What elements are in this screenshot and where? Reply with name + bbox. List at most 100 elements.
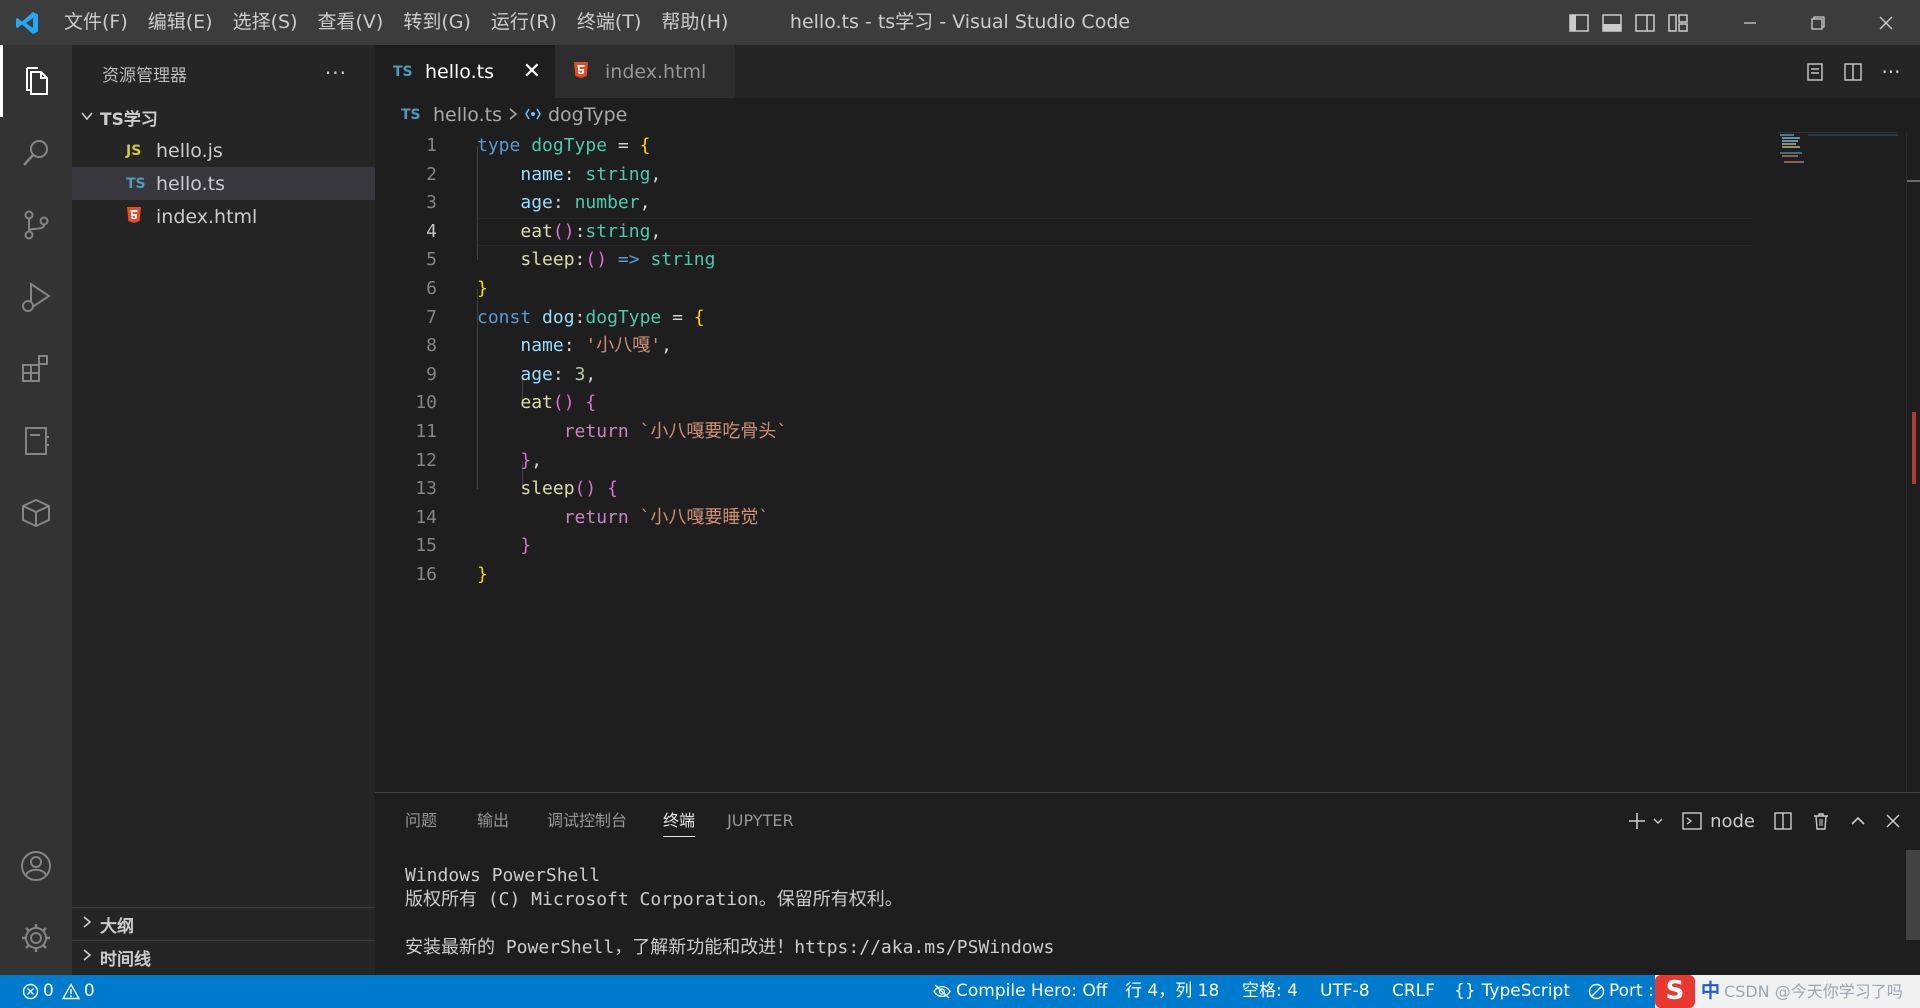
compile-hero-status[interactable]: Compile Hero: Off [932,975,1107,1008]
warning-count: 0 [83,981,95,1001]
toggle-panel-icon[interactable] [1595,0,1628,45]
file-label: hello.js [156,139,223,162]
file-item-hello-js[interactable]: JS hello.js [72,134,375,167]
minimize-icon[interactable] [1716,0,1784,45]
breadcrumb-symbol[interactable]: dogType [548,104,627,126]
terminal-output-line: 版权所有 (C) Microsoft Corporation。保留所有权利。 [405,889,903,910]
code-line: }, [520,449,543,471]
port-label: Port : [1609,981,1654,1001]
menu-terminal[interactable]: 终端(T) [567,0,651,45]
tab-terminal[interactable]: 终端 [663,793,696,849]
maximize-panel-icon[interactable] [1840,793,1876,849]
menu-view[interactable]: 查看(V) [308,0,394,45]
menu-help[interactable]: 帮助(H) [651,0,738,45]
new-terminal-icon[interactable] [1617,793,1673,849]
terminal-shell-selector[interactable]: node [1673,793,1764,849]
typescript-file-icon: TS [393,63,413,80]
eol-status[interactable]: CRLF [1392,975,1435,1008]
minimap[interactable] [1778,132,1898,192]
trash-icon[interactable] [1802,793,1840,849]
line-number: 4 [426,220,437,242]
explorer-icon[interactable] [0,45,72,117]
code-line: name: string, [520,163,662,185]
code-line: sleep:() => string [520,249,716,271]
code-line: name: '小八嘎', [520,335,672,357]
title-bar: 文件(F) 编辑(E) 选择(S) 查看(V) 转到(G) 运行(R) 终端(T… [0,0,1920,45]
status-bar: 0 0 Compile Hero: Off 行 4，列 18 空格: 4 UTF… [0,975,1920,1008]
file-item-hello-ts[interactable]: TS hello.ts [72,167,375,200]
line-number: 7 [426,306,437,328]
code-line: } [477,278,488,299]
line-number: 1 [426,135,437,156]
menu-bar: 文件(F) 编辑(E) 选择(S) 查看(V) 转到(G) 运行(R) 终端(T… [54,0,738,45]
menu-selection[interactable]: 选择(S) [223,0,308,45]
outline-section[interactable]: 大纲 [72,907,375,940]
tab-debug-console[interactable]: 调试控制台 [547,793,627,849]
run-debug-icon[interactable] [0,261,72,333]
close-tab-icon[interactable]: ✕ [523,59,541,84]
settings-gear-icon[interactable] [0,902,72,974]
close-window-icon[interactable] [1852,0,1920,45]
more-actions-icon[interactable]: ··· [325,61,347,85]
no-entry-icon [1588,983,1605,1000]
indentation-status[interactable]: 空格: 4 [1242,975,1298,1008]
code-line: } [477,564,488,585]
encoding-status[interactable]: UTF-8 [1320,975,1370,1008]
problems-status[interactable]: 0 0 [22,975,95,1008]
timeline-section[interactable]: 时间线 [72,940,375,973]
terminal-icon [1682,812,1702,830]
more-actions-icon[interactable]: ··· [1872,45,1910,98]
port-status[interactable]: Port : [1588,975,1654,1008]
language-mode[interactable]: {} TypeScript [1454,975,1570,1008]
restore-icon[interactable] [1784,0,1852,45]
file-label: hello.ts [156,172,225,195]
outline-label: 大纲 [100,916,134,937]
tab-label: hello.ts [425,60,494,83]
source-control-icon[interactable] [0,189,72,261]
code-line: age: number, [520,192,651,214]
menu-file[interactable]: 文件(F) [54,0,138,45]
terminal-scrollbar[interactable] [1906,850,1920,940]
activity-bar [0,45,72,975]
line-number: 11 [415,421,437,442]
current-line-highlight [477,217,1752,247]
account-icon[interactable] [0,830,72,902]
terminal-panel: 问题 输出 调试控制台 终端 JUPYTER node Windows Powe… [375,792,1920,975]
split-editor-icon[interactable] [1834,45,1872,98]
menu-edit[interactable]: 编辑(E) [138,0,223,45]
terminal-output-line: 安装最新的 PowerShell，了解新功能和改进！https://aka.ms… [405,937,1055,958]
toggle-secondary-sidebar-icon[interactable] [1628,0,1661,45]
html5-file-icon [126,206,156,228]
tab-index-html[interactable]: index.html [555,45,735,98]
notebook-icon[interactable] [0,405,72,477]
tab-hello-ts[interactable]: TS hello.ts ✕ [375,45,555,98]
line-number: 12 [415,449,437,471]
tab-output[interactable]: 输出 [477,793,509,849]
open-preview-icon[interactable] [1796,45,1834,98]
extensions-icon[interactable] [0,333,72,405]
javascript-file-icon: JS [126,142,142,159]
editor-scrollbar[interactable] [1906,132,1920,792]
code-line: sleep() { [520,478,618,500]
code-line: return `小八嘎要睡觉` [563,506,770,528]
tab-jupyter[interactable]: JUPYTER [727,793,794,849]
search-icon[interactable] [0,117,72,189]
code-editor[interactable]: 1 2 3 4 5 6 7 8 9 10 11 12 13 14 15 16 t… [375,132,1920,792]
package-icon[interactable] [0,477,72,549]
cursor-position[interactable]: 行 4，列 18 [1125,975,1219,1008]
split-terminal-icon[interactable] [1764,793,1802,849]
code-line: return `小八嘎要吃骨头` [563,421,788,442]
menu-go[interactable]: 转到(G) [393,0,481,45]
line-number: 9 [426,363,437,385]
toggle-primary-sidebar-icon[interactable] [1562,0,1595,45]
customize-layout-icon[interactable] [1661,0,1694,45]
menu-run[interactable]: 运行(R) [481,0,567,45]
folder-item[interactable]: TS学习 [72,101,375,134]
line-number: 3 [426,192,437,214]
close-panel-icon[interactable] [1876,793,1910,849]
tab-problems[interactable]: 问题 [405,793,437,849]
breadcrumb: TS hello.ts dogType [375,98,1920,132]
file-item-index-html[interactable]: index.html [72,200,375,233]
code-line: type dogType = { [477,135,651,156]
breadcrumb-file[interactable]: hello.ts [433,104,502,126]
